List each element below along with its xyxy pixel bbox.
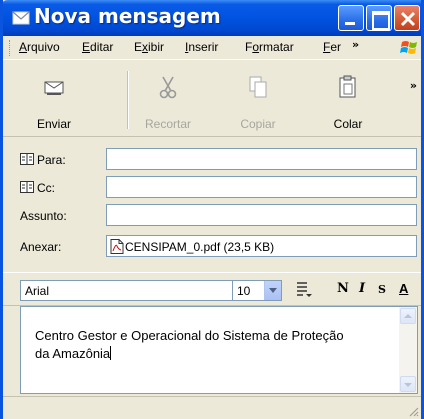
toolbar-overflow-chevron[interactable]: » — [410, 79, 417, 92]
menu-overflow-chevron[interactable]: » — [352, 38, 359, 51]
scroll-up-button[interactable] — [400, 308, 416, 324]
subject-field[interactable] — [106, 204, 417, 226]
message-line-2: da Amazônia — [35, 346, 111, 361]
scroll-down-button[interactable] — [400, 376, 416, 392]
copy-button[interactable]: Copiar — [223, 69, 293, 131]
bold-button[interactable]: N — [337, 281, 349, 296]
font-size: 10 — [237, 284, 251, 298]
message-line-1: Centro Gestor e Operacional do Sistema d… — [35, 328, 344, 343]
format-toolbar: Arial 10 N I S A — [3, 272, 421, 306]
paste-icon — [339, 75, 356, 98]
send-icon — [44, 81, 64, 95]
attachment-name: CENSIPAM_0.pdf (23,5 KB) — [125, 240, 275, 254]
size-dropdown-button[interactable] — [264, 281, 281, 300]
menu-editar[interactable]: Editar — [82, 40, 113, 54]
title-bar[interactable]: Nova mensagem — [3, 0, 421, 36]
menu-inserir[interactable]: Inserir — [185, 40, 218, 54]
toolbar-separator — [127, 71, 129, 129]
status-bar — [3, 396, 421, 419]
attachment-field[interactable]: CENSIPAM_0.pdf (23,5 KB) — [106, 235, 417, 257]
compose-window: Nova mensagem Arquivo Editar Exibir Inse… — [0, 0, 424, 419]
font-select[interactable]: Arial — [20, 280, 250, 301]
message-headers: Para: Cc: Assunto: Anexar: CENSIPAM_0.pd… — [3, 136, 421, 270]
cc-row: Cc: — [3, 175, 421, 201]
send-button[interactable]: Enviar — [19, 69, 89, 131]
font-color-button[interactable]: A — [399, 281, 408, 296]
toolbar: Enviar Recortar Copiar Colar » — [3, 61, 421, 135]
minimize-button[interactable] — [338, 5, 364, 31]
pdf-file-icon — [110, 239, 124, 254]
subject-row: Assunto: — [3, 203, 421, 229]
window-title: Nova mensagem — [34, 4, 221, 28]
cc-label[interactable]: Cc: — [20, 181, 55, 195]
menu-grip[interactable] — [9, 40, 12, 56]
address-book-icon — [20, 181, 34, 193]
close-icon — [400, 11, 416, 27]
font-name: Arial — [25, 284, 50, 298]
to-row: Para: — [3, 147, 421, 173]
close-button[interactable] — [394, 5, 420, 31]
menu-ferramentas[interactable]: Fer — [323, 40, 341, 54]
text-caret — [110, 346, 112, 360]
attach-label: Anexar: — [20, 240, 62, 254]
copy-icon — [249, 76, 267, 98]
font-size-select[interactable]: 10 — [232, 280, 282, 301]
cut-button[interactable]: Recortar — [133, 69, 203, 131]
menu-bar: Arquivo Editar Exibir Inserir Formatar F… — [3, 36, 421, 60]
menu-formatar[interactable]: Formatar — [245, 40, 294, 54]
cc-field[interactable] — [106, 176, 417, 198]
cut-label: Recortar — [144, 117, 191, 131]
paste-label: Colar — [333, 117, 363, 131]
menu-arquivo[interactable]: Arquivo — [19, 40, 60, 54]
subject-label: Assunto: — [20, 209, 67, 223]
address-book-icon — [20, 153, 34, 165]
send-label: Enviar — [36, 117, 71, 131]
mail-icon — [12, 11, 30, 25]
message-body[interactable]: Centro Gestor e Operacional do Sistema d… — [20, 306, 418, 394]
underline-button[interactable]: S — [378, 283, 386, 296]
vertical-scrollbar[interactable] — [399, 307, 417, 393]
menu-exibir[interactable]: Exibir — [134, 40, 164, 54]
resize-grip-icon[interactable] — [407, 405, 419, 417]
scissors-icon — [159, 76, 177, 99]
paragraph-style-icon[interactable] — [293, 281, 313, 299]
paste-button[interactable]: Colar — [313, 69, 383, 131]
to-label[interactable]: Para: — [20, 153, 66, 167]
attach-row: Anexar: CENSIPAM_0.pdf (23,5 KB) — [3, 234, 421, 260]
italic-button[interactable]: I — [359, 281, 365, 296]
message-text[interactable]: Centro Gestor e Operacional do Sistema d… — [21, 307, 399, 363]
maximize-button[interactable] — [366, 5, 392, 31]
copy-label: Copiar — [240, 117, 276, 131]
to-field[interactable] — [106, 148, 417, 170]
windows-logo-icon — [399, 38, 421, 58]
